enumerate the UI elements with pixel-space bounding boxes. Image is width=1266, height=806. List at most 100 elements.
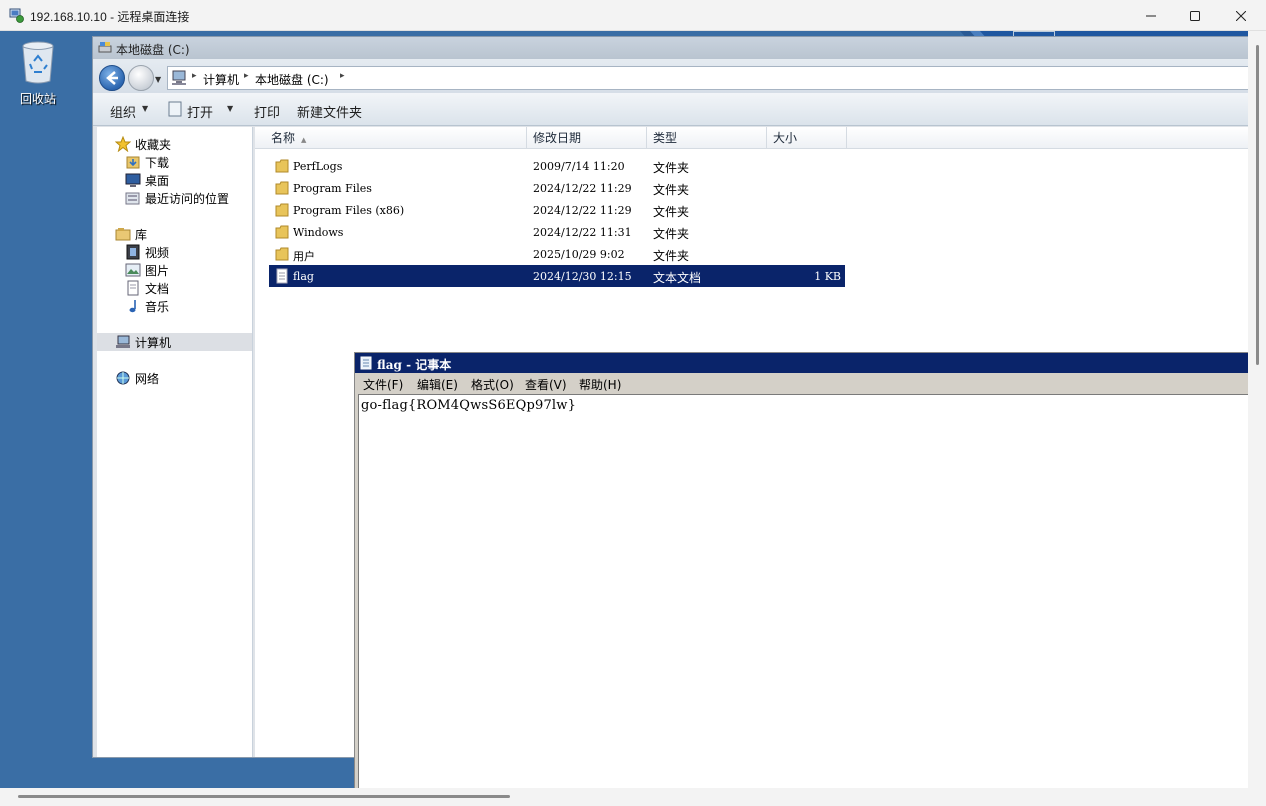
nav-recent-places[interactable]: 最近访问的位置 [125,189,229,207]
nav-network[interactable]: 网络 [115,369,159,387]
drive-icon [98,42,112,53]
folder-icon [275,247,289,261]
column-header-type[interactable]: 类型 [647,127,767,149]
recycle-bin[interactable]: 回收站 [10,39,66,107]
notepad-title-bar[interactable]: flag - 记事本 [355,353,1253,373]
breadcrumb-local-disk[interactable]: 本地磁盘 (C:) [255,71,329,88]
explorer-title-bar[interactable]: 本地磁盘 (C:) [93,37,1251,59]
nav-music[interactable]: 音乐 [125,297,169,315]
column-header-date[interactable]: 修改日期 [527,127,647,149]
vertical-scrollbar[interactable] [1248,31,1266,788]
nav-documents[interactable]: 文档 [125,279,169,297]
column-header-name[interactable]: 名称 ▲ [265,127,527,149]
file-name: PerfLogs [293,160,343,173]
file-date: 2024/12/22 11:31 [533,226,632,239]
vertical-scroll-thumb[interactable] [1256,45,1259,365]
breadcrumb-computer[interactable]: 计算机 [203,71,239,88]
nav-computer[interactable]: 计算机 [97,333,252,351]
command-bar: 组织 ▼ 打开 ▼ 打印 新建文件夹 [93,93,1251,126]
video-icon [126,244,140,260]
history-dropdown-icon[interactable]: ▼ [155,75,161,84]
menu-view[interactable]: 查看(V) [525,376,567,393]
breadcrumb-separator-icon[interactable]: ▸ [244,71,249,81]
notepad-window: flag - 记事本 文件(F) 编辑(E) 格式(O) 查看(V) 帮助(H)… [354,352,1254,792]
close-icon [1236,10,1246,21]
star-icon [115,136,131,152]
horizontal-scrollbar[interactable] [0,788,1266,806]
nav-label: 图片 [145,263,170,278]
forward-button[interactable] [128,65,154,91]
desktop-background [0,31,92,788]
file-name: Windows [293,226,344,239]
column-date-label: 修改日期 [533,131,582,145]
back-arrow-icon [106,71,118,85]
file-row[interactable]: Windows 2024/12/22 11:31 文件夹 [269,221,845,243]
nav-label: 桌面 [145,173,170,188]
file-row[interactable]: Program Files 2024/12/22 11:29 文件夹 [269,177,845,199]
horizontal-scroll-thumb[interactable] [18,795,510,798]
minimize-icon [1146,15,1156,16]
notepad-menu-bar: 文件(F) 编辑(E) 格式(O) 查看(V) 帮助(H) [355,374,1253,392]
column-header-size[interactable]: 大小 [767,127,847,149]
nav-label: 收藏夹 [135,137,172,152]
nav-label: 音乐 [145,299,170,314]
back-button[interactable] [99,65,125,91]
print-button[interactable]: 打印 [254,102,280,121]
file-row-selected[interactable]: flag 2024/12/30 12:15 文本文档 1 KB [269,265,845,287]
file-row[interactable]: Program Files (x86) 2024/12/22 11:29 文件夹 [269,199,845,221]
folder-icon [275,225,289,239]
file-name: Program Files (x86) [293,204,405,217]
file-date: 2024/12/30 12:15 [533,270,632,283]
desktop-icon [125,173,141,187]
maximize-button[interactable] [1172,0,1218,31]
rdp-title-bar: 192.168.10.10 - 远程桌面连接 [0,0,1266,31]
address-bar[interactable]: ▸ 计算机 ▸ 本地磁盘 (C:) ▸ [167,66,1251,90]
nav-desktop[interactable]: 桌面 [125,171,169,189]
folder-icon [275,203,289,217]
menu-edit[interactable]: 编辑(E) [417,376,458,393]
organize-dropdown-icon[interactable]: ▼ [142,104,148,113]
organize-button[interactable]: 组织 [110,102,136,121]
computer-icon [116,335,130,348]
maximize-icon [1190,10,1200,21]
menu-help[interactable]: 帮助(H) [579,376,621,393]
file-name: flag [293,270,314,283]
nav-label: 库 [135,227,148,242]
file-type: 文件夹 [653,205,690,219]
new-folder-button[interactable]: 新建文件夹 [297,102,362,121]
downloads-folder-icon [126,156,140,169]
file-row[interactable]: PerfLogs 2009/7/14 11:20 文件夹 [269,155,845,177]
navigation-pane: 收藏夹 下载 桌面 最近访问的位置 库 视频 图片 文档 音乐 计算机 网络 [97,127,253,757]
menu-file[interactable]: 文件(F) [363,376,403,393]
file-name: Program Files [293,182,372,195]
sort-ascending-icon: ▲ [301,136,307,144]
nav-label: 网络 [135,371,160,386]
recycle-bin-icon [22,41,54,84]
open-icon [168,101,182,117]
minimize-button[interactable] [1128,0,1174,31]
file-type: 文件夹 [653,249,690,263]
notepad-text-area[interactable]: go-flag{ROM4QwsS6EQp97lw} [358,394,1253,791]
open-dropdown-icon[interactable]: ▼ [227,104,233,113]
music-icon [129,300,136,313]
menu-format[interactable]: 格式(O) [471,376,514,393]
column-name-label: 名称 [271,131,296,145]
text-file-icon [276,268,288,284]
nav-pictures[interactable]: 图片 [125,261,169,279]
nav-downloads[interactable]: 下载 [125,153,169,171]
breadcrumb-separator-icon[interactable]: ▸ [192,71,197,81]
nav-videos[interactable]: 视频 [125,243,169,261]
libraries-icon [115,228,131,241]
network-icon [116,371,130,385]
breadcrumb-separator-icon[interactable]: ▸ [340,71,345,81]
nav-libraries[interactable]: 库 [115,225,147,243]
file-type: 文件夹 [653,227,690,241]
close-button[interactable] [1218,0,1264,31]
column-size-label: 大小 [773,131,798,145]
documents-icon [127,280,139,296]
open-button[interactable]: 打开 [187,102,213,121]
pictures-icon [125,263,141,277]
file-row[interactable]: 用户 2025/10/29 9:02 文件夹 [269,243,845,265]
remote-desktop-icon [9,8,24,23]
nav-favorites[interactable]: 收藏夹 [115,135,171,153]
